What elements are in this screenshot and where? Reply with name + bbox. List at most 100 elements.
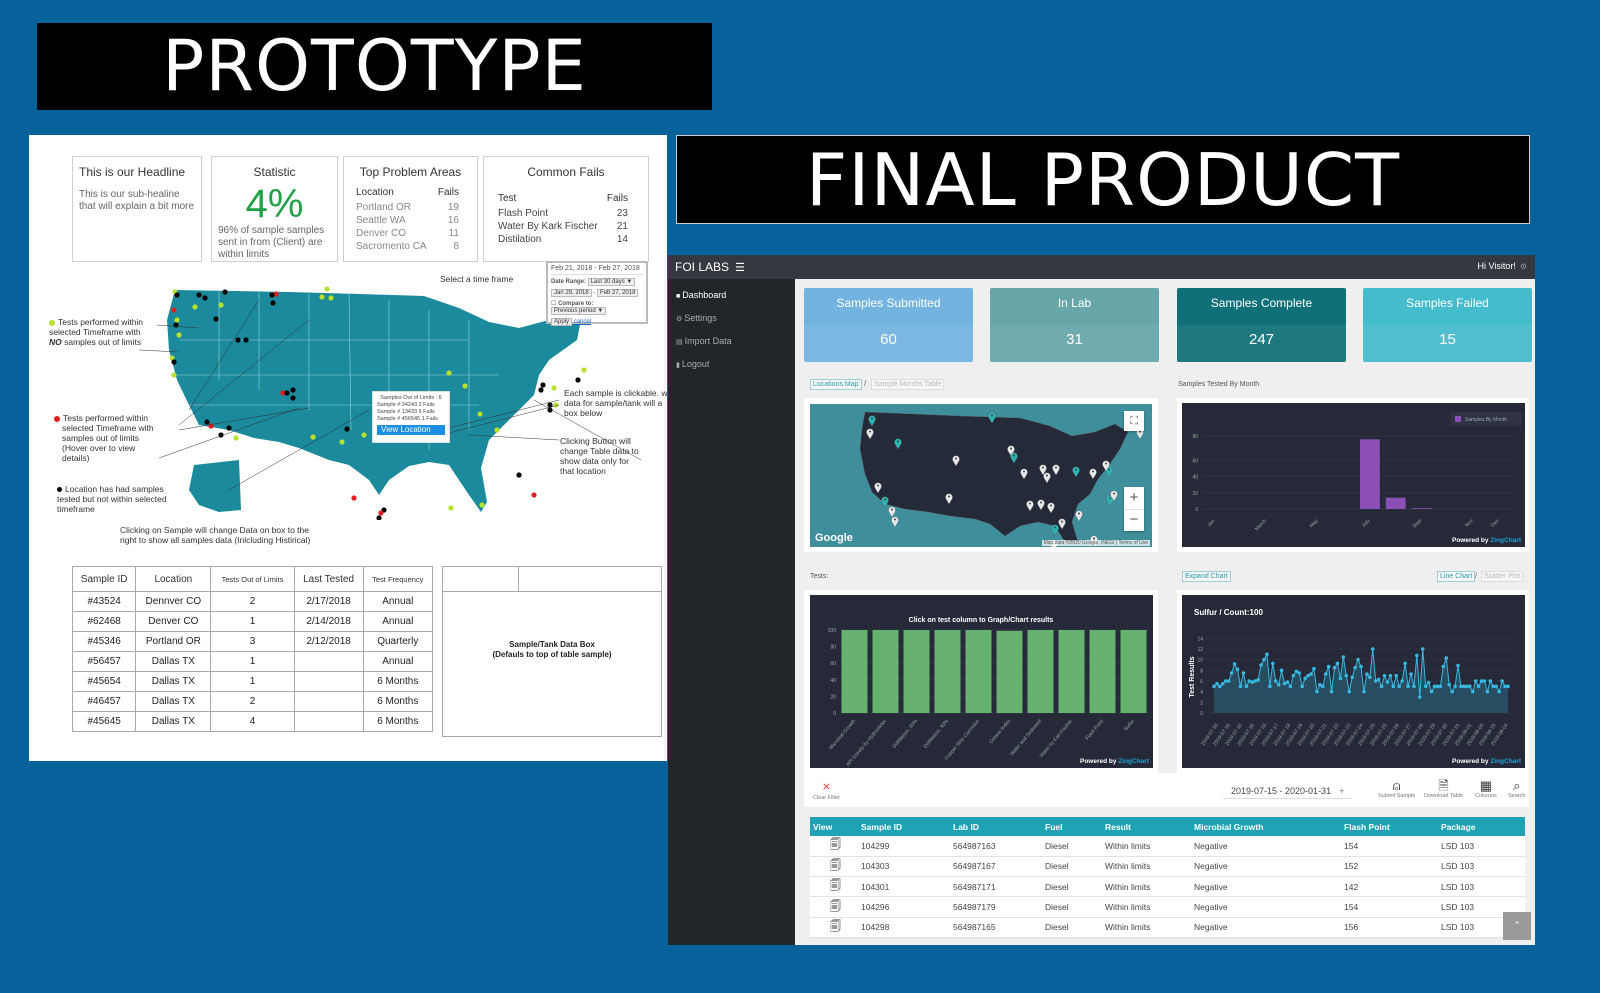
tab-locations-map[interactable]: Locations Map (810, 379, 862, 390)
submit-sample-button[interactable]: ⍝ Submit Sample (1378, 778, 1415, 799)
apply-button[interactable]: Apply (551, 318, 573, 326)
data-point (1291, 673, 1296, 678)
table-row[interactable]: 🗐 104301 564987171 Diesel Within limits Negat… (810, 876, 1525, 898)
date-range-select[interactable]: Last 30 days ▼ (587, 278, 636, 286)
view-location-button[interactable]: View Location (377, 425, 445, 435)
col-header-lab-id[interactable]: Lab ID (950, 817, 1042, 836)
black-marker (173, 322, 179, 328)
popup-sample-link[interactable]: Sample # 456545 1 Fails (377, 416, 445, 423)
table-row[interactable]: 🗐 104303 564987167 Diesel Within limits Negat… (810, 856, 1525, 878)
col-header-fuel[interactable]: Fuel (1042, 817, 1102, 836)
tests-label: Tests: (810, 573, 829, 580)
search-button[interactable]: ⌕ Search (1508, 778, 1525, 799)
search-icon: ⌕ (1513, 778, 1521, 793)
zoom-out-button[interactable]: − (1124, 509, 1144, 531)
popup-sample-link[interactable]: Sample # 13433 5 Fails (377, 409, 445, 416)
stat-card-submitted[interactable]: Samples Submitted 60 (804, 288, 973, 362)
hamburger-icon[interactable]: ☰ (735, 262, 745, 274)
date-range-picker[interactable]: Feb 21, 2018 - Feb 27, 2018 Date Range: … (546, 261, 648, 326)
sidebar-item-import-data[interactable]: ▤ Import Data (668, 330, 795, 353)
zingchart-credit[interactable]: Powered by ZingChart (1080, 758, 1149, 765)
data-point (1388, 673, 1393, 678)
data-point (1376, 677, 1381, 682)
col-header-result[interactable]: Result (1102, 817, 1191, 836)
table-row[interactable]: #56457 Dallas TX 1 Annual (71, 651, 434, 672)
tests-chart-svg[interactable]: Click on test column to Graph/Chart resu… (810, 595, 1153, 768)
view-document-icon[interactable]: 🗐 (810, 876, 858, 898)
download-table-button[interactable]: 🗎 Download Table (1424, 778, 1463, 799)
scroll-to-top-button[interactable]: ⌃ (1503, 912, 1531, 940)
table-row[interactable]: #62468 Denver CO 1 2/14/2018 Annual (71, 611, 434, 632)
fullscreen-button[interactable]: ⛶ (1124, 411, 1144, 431)
start-date-input[interactable]: Jan 29, 2018 (551, 289, 592, 297)
popup-sample-link[interactable]: Sample # 34243 2 Fails (377, 402, 445, 409)
col-header: Sample ID (71, 566, 137, 592)
zingchart-credit[interactable]: Powered by ZingChart (1452, 537, 1521, 544)
sidebar-item-logout[interactable]: ▮ Logout (668, 353, 795, 376)
view-document-icon[interactable]: 🗐 (810, 896, 858, 918)
data-point (1482, 679, 1487, 683)
sidebar-item-settings[interactable]: ⚙ Settings (668, 307, 795, 330)
cell: Portland OR (135, 631, 212, 652)
locations-map[interactable]: ⛶ + − Google Map data ©2020 Google, INEG… (810, 404, 1152, 547)
zoom-in-button[interactable]: + (1124, 487, 1144, 509)
compare-select[interactable]: Previous period ▼ (551, 307, 607, 315)
red-marker (171, 307, 177, 313)
user-greeting[interactable]: Hi Visitor! (1477, 261, 1515, 271)
tab-sample-months-table[interactable]: Sample Months Table (871, 379, 945, 390)
date-range-filter[interactable]: 2019-07-15 - 2020-01-31 + (1223, 786, 1353, 799)
brand-logo[interactable]: FOI LABS (675, 260, 729, 274)
cell: Seattle WA (356, 215, 406, 226)
view-document-icon[interactable]: 🗐 (810, 917, 858, 938)
table-row[interactable]: #43524 Dennver CO 2 2/17/2018 Annual (71, 591, 434, 612)
cell: Dallas TX (135, 651, 212, 672)
stat-card-failed[interactable]: Samples Failed 15 (1363, 288, 1532, 362)
table-row[interactable]: 🗐 104299 564987163 Diesel Within limits Negat… (810, 836, 1525, 857)
chart-title: Sulfur / Count:100 (1194, 608, 1263, 617)
cell: Dallas TX (135, 711, 212, 732)
table-row[interactable]: 🗐 104296 564987179 Diesel Within limits Negat… (810, 896, 1525, 918)
clear-filter-button[interactable]: ⨯ Clear Filter (813, 780, 840, 801)
tab-scatter-plot[interactable]: Scatter Plot (1481, 571, 1524, 582)
col-header-view[interactable]: View (810, 817, 858, 836)
stat-card-complete[interactable]: Samples Complete 247 (1177, 288, 1346, 362)
cell: Diesel (1042, 896, 1102, 918)
cell: Negative (1191, 856, 1341, 878)
view-document-icon[interactable]: 🗐 (810, 856, 858, 878)
col-header-flash-point[interactable]: Flash Point (1341, 817, 1438, 836)
sidebar-item-dashboard[interactable]: ■ Dashboard (668, 284, 795, 307)
stat-card-in-lab[interactable]: In Lab 31 (990, 288, 1159, 362)
col-header-sample-id[interactable]: Sample ID (858, 817, 950, 836)
user-settings-icon[interactable]: ⚙ (1520, 262, 1527, 271)
add-date-icon[interactable]: + (1339, 786, 1344, 796)
black-marker (222, 289, 228, 295)
cell: Negative (1191, 876, 1341, 898)
cancel-link[interactable]: cancel (574, 319, 591, 325)
date-range-display[interactable]: Feb 21, 2018 - Feb 27, 2018 (551, 265, 643, 275)
table-row[interactable]: #46457 Dallas TX 2 6 Months (71, 691, 434, 712)
table-row[interactable]: #45654 Dallas TX 1 6 Months (71, 671, 434, 692)
powered-by-text: Powered by (1452, 537, 1489, 544)
view-document-icon[interactable]: 🗐 (810, 836, 858, 857)
y-tick-label: 80 (830, 645, 836, 651)
col-header-microbial-growth[interactable]: Microbial Growth (1191, 817, 1341, 836)
test-column (841, 630, 868, 713)
col-header-package[interactable]: Package (1438, 817, 1525, 836)
cell: Dallas TX (135, 691, 212, 712)
expand-chart-button[interactable]: Expand Chart (1182, 571, 1231, 582)
map-attribution[interactable]: Map data ©2020 Google, INEGI | Terms of … (1041, 540, 1150, 546)
green-marker (462, 383, 468, 389)
col-header: Location (135, 566, 212, 592)
zingchart-credit[interactable]: Powered by ZingChart (1452, 758, 1521, 765)
map-canvas[interactable] (810, 404, 1152, 547)
table-row[interactable]: #45645 Dallas TX 4 6 Months (71, 711, 434, 732)
end-date-input[interactable]: Feb 27, 2018 (597, 289, 639, 297)
columns-button[interactable]: ▦ Columns (1475, 778, 1497, 799)
table-row[interactable]: 🗐 104298 564987165 Diesel Within limits Negat… (810, 917, 1525, 938)
green-marker (581, 367, 587, 373)
green-dot-icon (49, 319, 55, 326)
table-row[interactable]: #45346 Portland OR 3 2/12/2018 Quarterly (71, 631, 434, 652)
data-point (1441, 664, 1446, 669)
cell: 104298 (858, 917, 950, 938)
tab-line-chart[interactable]: Line Chart (1437, 571, 1476, 582)
